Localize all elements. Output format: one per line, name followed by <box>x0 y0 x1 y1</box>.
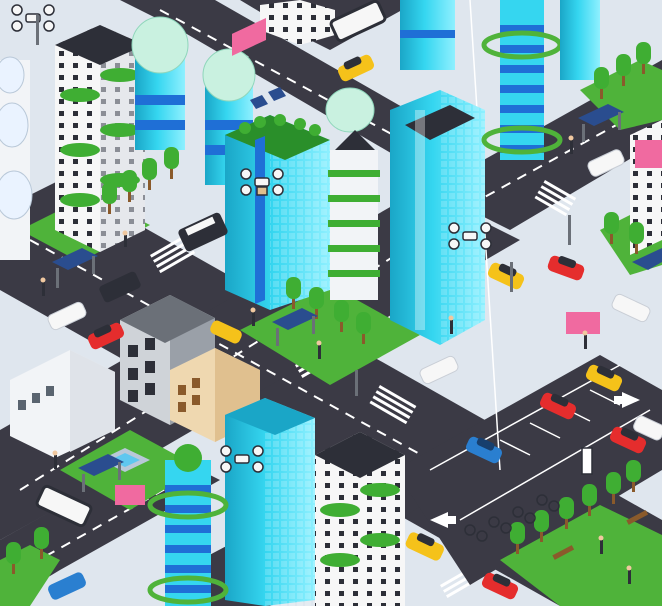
dotted-tower-top-left <box>55 25 145 252</box>
white-spheres-left <box>0 56 33 260</box>
smart-city-illustration <box>0 0 662 606</box>
balcony-tower-center <box>328 130 380 300</box>
billboard <box>115 485 145 505</box>
dome-tower-3 <box>325 87 375 133</box>
cyan-skyscraper-bottom <box>225 398 315 606</box>
dome-tower-1 <box>131 16 189 150</box>
dotted-tower-bottom <box>315 432 405 606</box>
cyan-skyscraper-right <box>390 90 485 345</box>
billboard <box>635 140 662 168</box>
billboard <box>566 312 600 334</box>
